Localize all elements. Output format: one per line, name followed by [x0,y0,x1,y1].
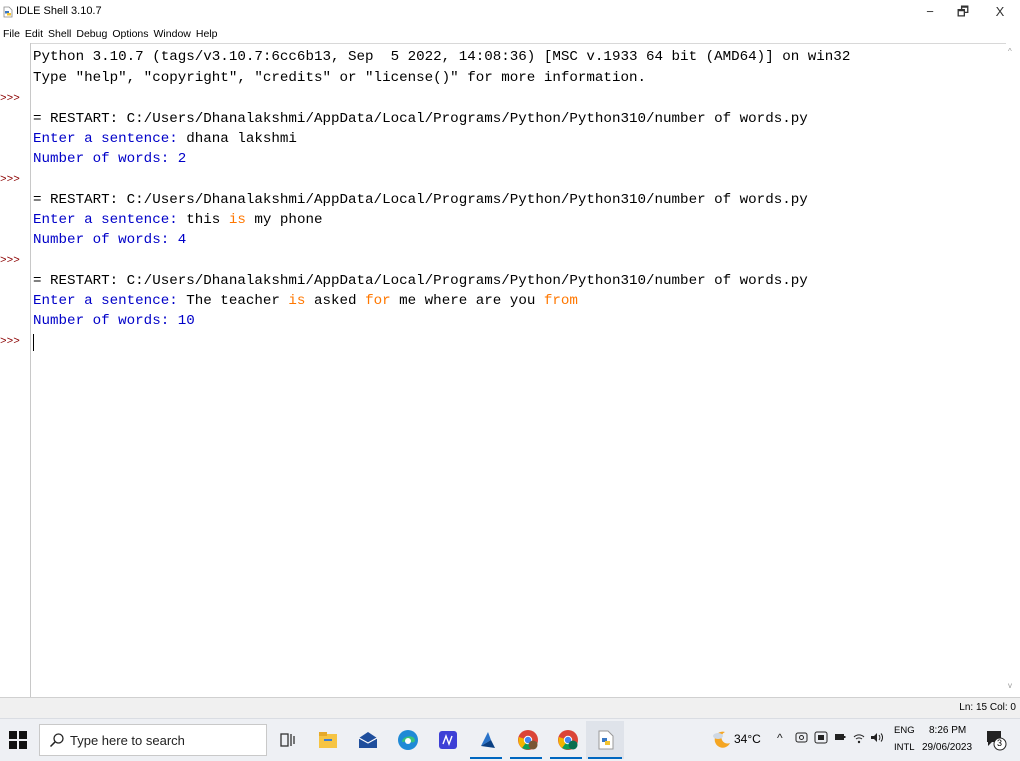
scroll-up-arrow-icon[interactable]: ^ [1008,47,1012,56]
user-input-word: my phone [245,212,323,228]
text-cursor [33,334,34,351]
restart-line: = RESTART: C:/Users/Dhanalakshmi/AppData… [33,273,808,289]
meet-now-icon[interactable] [795,731,808,744]
user-input-word: me where are you [390,293,544,309]
running-indicator [510,757,542,759]
clock-date[interactable]: 29/06/2023 [922,742,972,753]
restart-line: = RESTART: C:/Users/Dhanalakshmi/AppData… [33,192,808,208]
vertical-scrollbar[interactable]: ^ v [1006,43,1020,697]
running-indicator [550,757,582,759]
user-input-keyword: from [543,293,578,309]
mail-icon[interactable] [356,728,380,752]
output-line: Number of words: 4 [33,232,187,248]
input-prompt-text: Enter a sentence: [33,131,187,147]
notifications-button[interactable]: 3 [985,729,1007,751]
input-prompt-text: Enter a sentence: [33,212,187,228]
notification-icon [987,731,1007,751]
battery-icon[interactable] [834,731,846,743]
chevron-up-icon[interactable]: ^ [777,731,783,745]
volume-icon[interactable] [870,731,884,744]
restart-line: = RESTART: C:/Users/Dhanalakshmi/AppData… [33,111,808,127]
user-input-word: asked [305,293,366,309]
user-input: dhana lakshmi [186,131,297,147]
scroll-down-arrow-icon[interactable]: v [1008,681,1012,690]
menu-edit[interactable]: Edit [25,26,43,43]
running-indicator [588,757,622,759]
shell-prompt: >>> [0,255,20,267]
status-bar: Ln: 15 Col: 0 [0,697,1020,719]
menu-bar: File Edit Shell Debug Options Window Help [0,26,1020,43]
user-input-keyword: is [228,212,246,228]
prompt-gutter: >>> >>> >>> >>> [0,43,31,697]
shell-prompt: >>> [0,174,20,186]
menu-debug[interactable]: Debug [76,26,107,43]
chrome-profile-icon[interactable] [556,728,580,752]
search-placeholder: Type here to search [70,733,185,748]
media-player-icon[interactable] [476,728,500,752]
cursor-position: Ln: 15 Col: 0 [959,702,1016,713]
temperature-text: 34°C [734,732,761,746]
language-indicator[interactable]: ENG [894,725,915,736]
idle-taskbar-icon[interactable] [594,728,618,752]
taskbar-search-box[interactable]: Type here to search [39,724,267,756]
running-indicator [470,757,502,759]
banner-line: Python 3.10.7 (tags/v3.10.7:6cc6b13, Sep… [33,49,851,65]
windows-start-icon[interactable] [8,730,28,750]
menu-window[interactable]: Window [154,26,191,43]
close-button[interactable]: X [985,2,1015,22]
menu-options[interactable]: Options [112,26,148,43]
wifi-icon[interactable] [852,731,866,744]
banner-line: Type "help", "copyright", "credits" or "… [33,70,646,86]
shell-prompt: >>> [0,336,20,348]
input-line: Enter a sentence: The teacher is asked f… [33,291,578,311]
device-icon[interactable] [814,731,828,744]
weather-moon-icon[interactable] [712,729,732,749]
output-line: Number of words: 10 [33,313,195,329]
notification-count: 3 [997,738,1003,748]
title-bar: IDLE Shell 3.10.7 − 🗗 X [0,0,1020,26]
keyboard-layout-indicator[interactable]: INTL [894,742,915,753]
shell-prompt: >>> [0,93,20,105]
edge-browser-icon[interactable] [396,728,420,752]
minimize-button[interactable]: − [915,2,945,22]
menu-shell[interactable]: Shell [48,26,71,43]
restore-button[interactable]: 🗗 [948,2,978,22]
input-prompt-text: Enter a sentence: [33,293,187,309]
shell-editor[interactable]: >>> >>> >>> >>> Python 3.10.7 (tags/v3.1… [0,43,1020,697]
taskbar: Type here to search 34°C ^ ENG INTL 8:26… [0,718,1020,761]
idle-app-icon [3,6,13,18]
menu-help[interactable]: Help [196,26,218,43]
search-icon [49,733,64,748]
user-input-word: this [186,212,229,228]
output-line: Number of words: 2 [33,151,187,167]
file-explorer-icon[interactable] [316,728,340,752]
menu-file[interactable]: File [3,26,20,43]
user-input-word: The teacher [186,293,289,309]
task-view-icon[interactable] [276,728,300,752]
user-input-keyword: is [288,293,306,309]
whiteboard-app-icon[interactable] [436,728,460,752]
user-input-keyword: for [365,293,391,309]
input-line: Enter a sentence: dhana lakshmi [33,129,297,149]
chrome-profile-icon[interactable] [516,728,540,752]
clock-time[interactable]: 8:26 PM [929,725,966,736]
shell-output-area[interactable]: Python 3.10.7 (tags/v3.10.7:6cc6b13, Sep… [31,43,1006,698]
input-line: Enter a sentence: this is my phone [33,210,322,230]
window-title: IDLE Shell 3.10.7 [16,5,102,17]
